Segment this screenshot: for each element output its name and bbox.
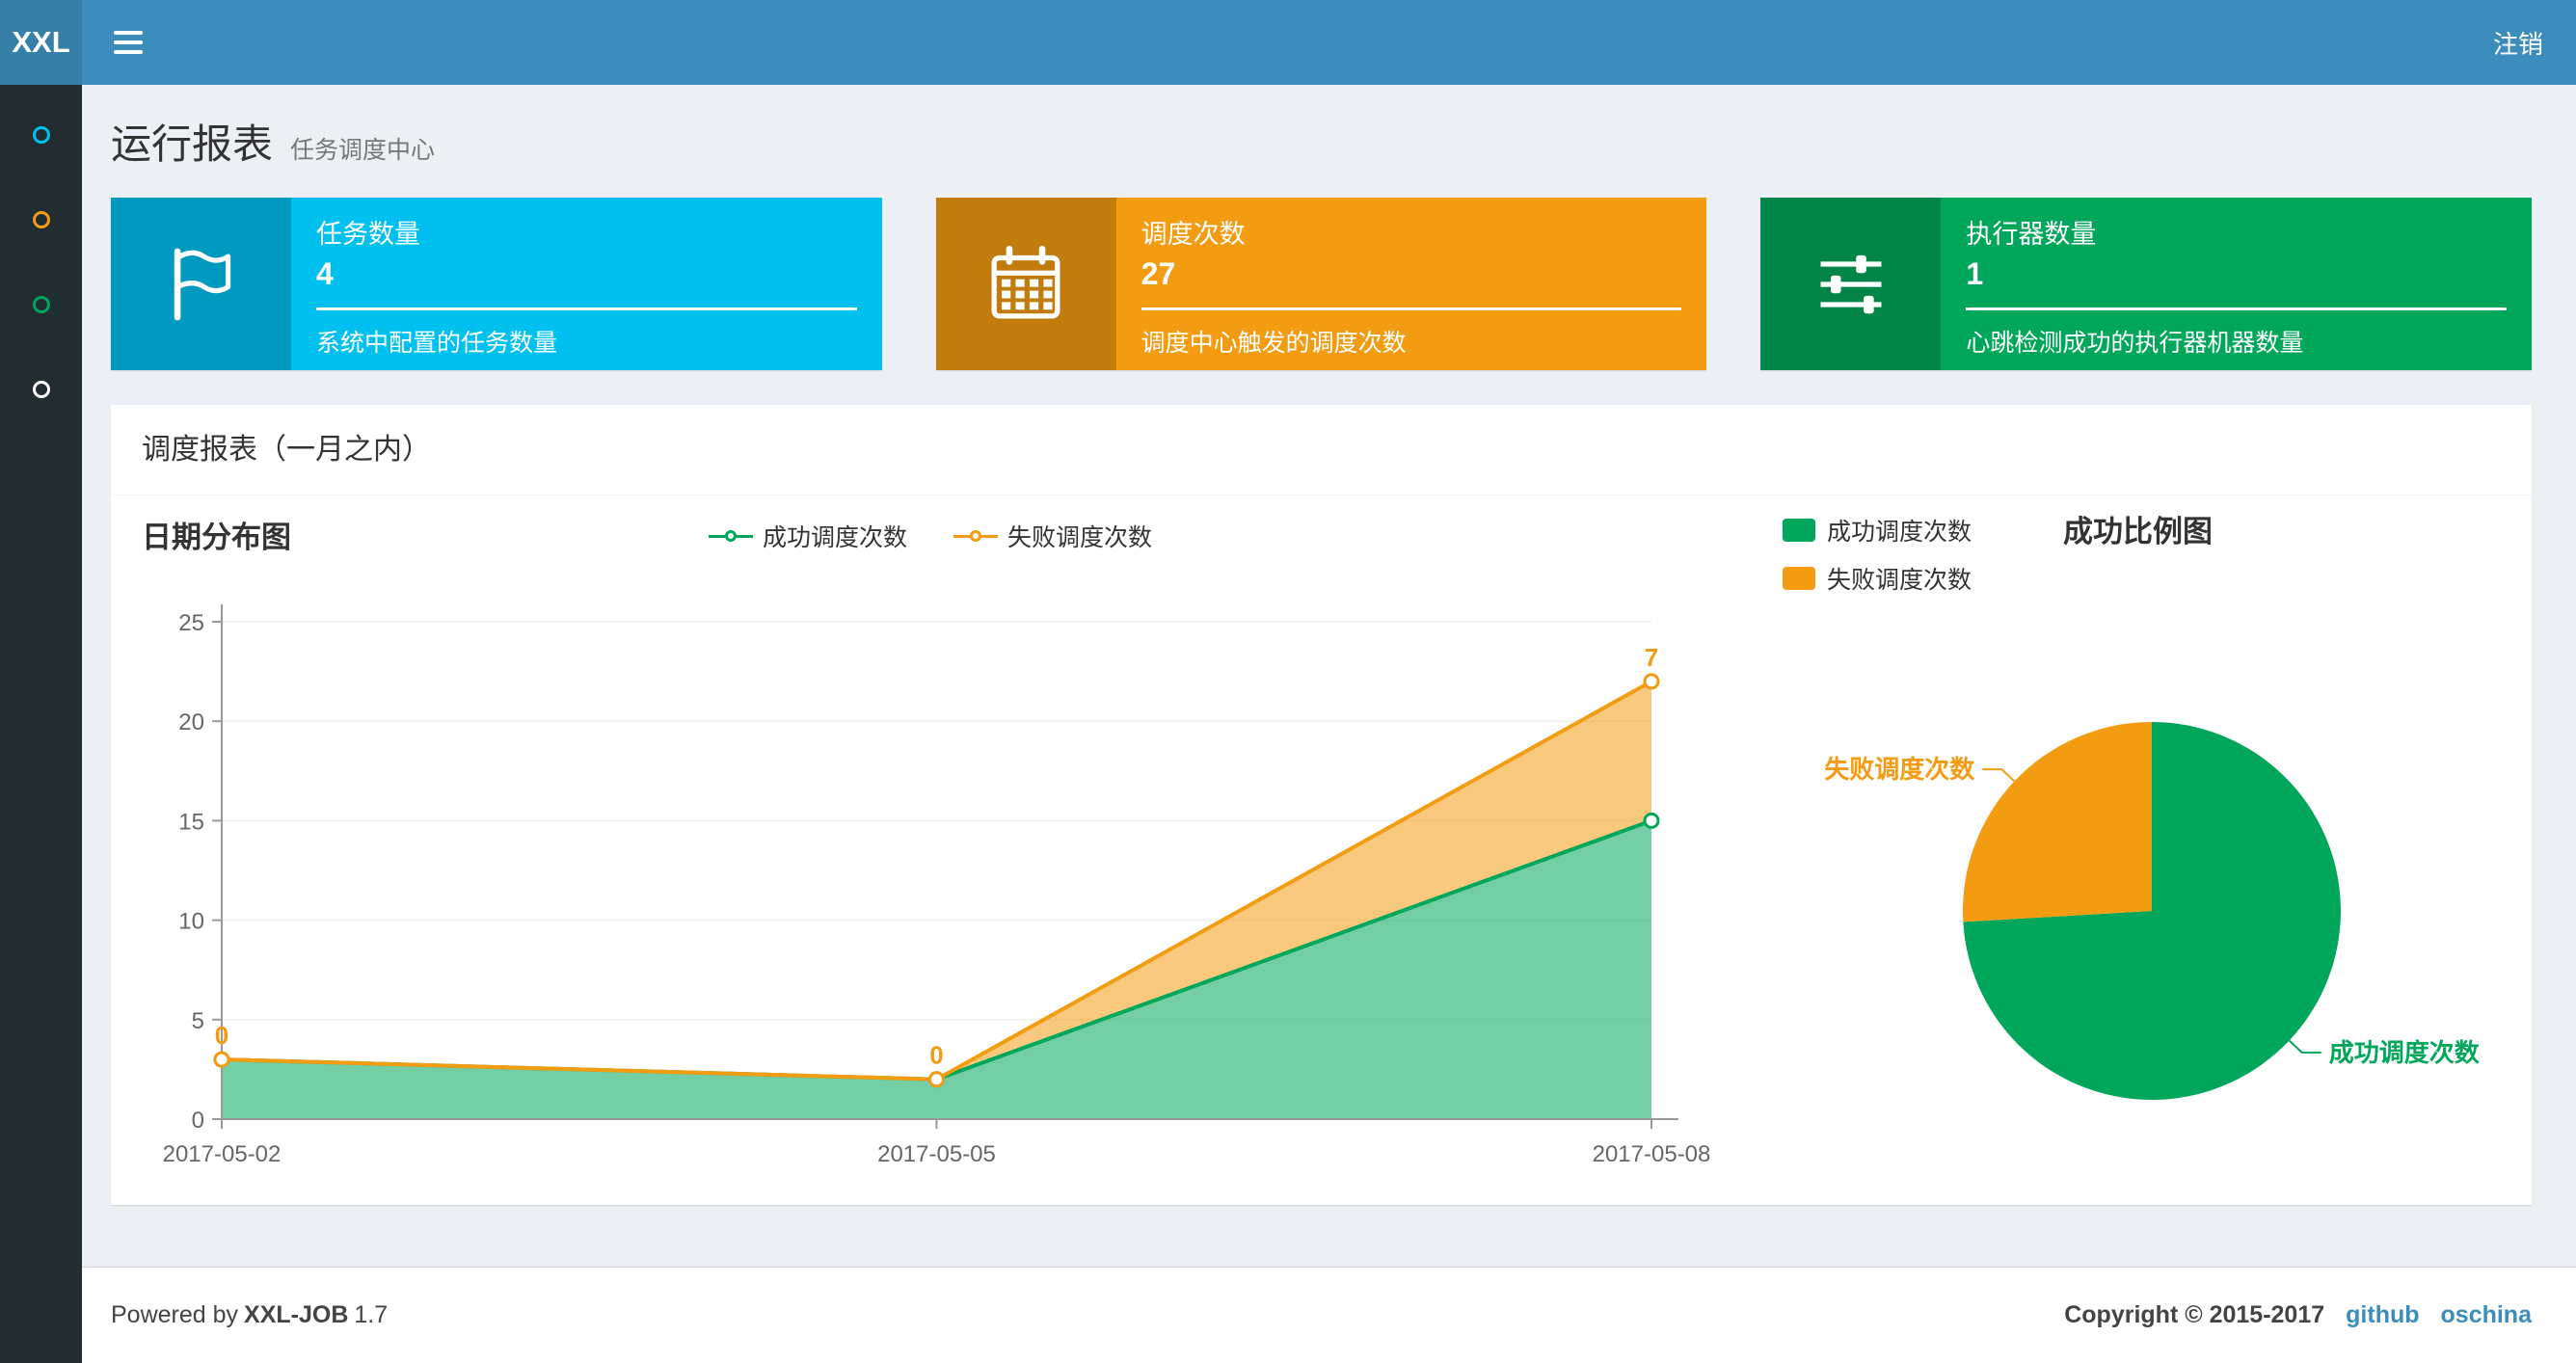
line-chart-svg: 05101520252017-05-02 2017-05-05 2017-05-08…	[163, 604, 1711, 1167]
sidebar-item-dashboard[interactable]	[0, 93, 82, 177]
product-version: 1.7	[354, 1301, 389, 1328]
circle-icon	[32, 126, 50, 144]
progress-bar	[1966, 307, 2508, 310]
sidebar-item-executors[interactable]	[0, 347, 82, 432]
sliders-icon	[1820, 254, 1882, 313]
info-box-icon-wrap	[935, 198, 1116, 370]
info-box-jobs: 任务数量 4 系统中配置的任务数量	[111, 198, 882, 370]
svg-text:7: 7	[1645, 643, 1658, 672]
svg-text:0: 0	[929, 1041, 943, 1070]
report-panel: 调度报表（一月之内） 日期分布图 成功调度次数 失败调度次数 0 5 10 15 20 25…	[111, 405, 2532, 1205]
info-box-icon-wrap	[1760, 198, 1942, 370]
info-box-label: 调度次数	[1140, 220, 1246, 249]
info-box-executors: 执行器数量 1 心跳检测成功的执行器机器数量	[1760, 198, 2533, 370]
app-logo[interactable]: XXL	[0, 0, 82, 85]
info-box-value: 1	[1966, 256, 1984, 291]
sidebar-toggle-button[interactable]	[82, 0, 174, 85]
info-box-description: 调度中心触发的调度次数	[1140, 330, 1407, 357]
pie-chart-title: 成功比例图	[2063, 515, 2213, 548]
calendar-icon	[991, 245, 1060, 318]
svg-text:成功调度次数: 成功调度次数	[2329, 1038, 2481, 1067]
info-box-triggers: 调度次数 27 调度中心触发的调度次数	[935, 198, 1707, 370]
github-link[interactable]: github	[2346, 1301, 2419, 1329]
app-logo-text: XXL	[12, 25, 70, 59]
svg-text:2017-05-05: 2017-05-05	[877, 1141, 996, 1167]
panel-title: 调度报表（一月之内）	[111, 405, 2532, 495]
progress-bar	[316, 307, 857, 310]
info-box-label: 执行器数量	[1966, 220, 2097, 249]
progress-bar	[1140, 307, 1682, 310]
page-header: 运行报表 任务调度中心	[111, 112, 2532, 171]
main-content: 运行报表 任务调度中心 任务数量 4 系统中配置的任务数量 调度次数 27 调度…	[82, 85, 2576, 1267]
product-name: XXL-JOB	[244, 1301, 349, 1328]
navbar-spacer	[174, 0, 2460, 85]
sidebar-item-jobs[interactable]	[0, 177, 82, 262]
sidebar-item-logs[interactable]	[0, 262, 82, 347]
page-subtitle: 任务调度中心	[290, 137, 436, 164]
hamburger-icon	[114, 31, 143, 35]
sidebar-menu	[0, 85, 82, 1363]
info-box-value: 4	[316, 256, 334, 291]
svg-text:10: 10	[178, 909, 204, 935]
flag-icon	[174, 248, 230, 320]
svg-text:20: 20	[178, 709, 204, 735]
pie-slice-1[interactable]	[1962, 722, 2152, 922]
info-box-body: 调度次数 27 调度中心触发的调度次数	[1116, 198, 1707, 370]
info-box-row: 任务数量 4 系统中配置的任务数量 调度次数 27 调度中心触发的调度次数 执行…	[111, 198, 2533, 370]
circle-icon	[32, 296, 50, 313]
page-title: 运行报表	[111, 121, 274, 167]
info-box-label: 任务数量	[316, 220, 420, 249]
svg-text:失败调度次数: 失败调度次数	[1824, 755, 1975, 784]
svg-text:5: 5	[192, 1008, 204, 1034]
legend-swatch-icon	[1783, 519, 1815, 542]
legend-item[interactable]: 成功调度次数	[1783, 513, 1972, 548]
copyright-text: Copyright © 2015-2017	[2064, 1301, 2325, 1328]
info-box-icon-wrap	[111, 198, 291, 370]
svg-text:2017-05-08: 2017-05-08	[1593, 1141, 1711, 1167]
logout-link[interactable]: 注销	[2460, 0, 2576, 85]
footer: Powered by XXL-JOB 1.7 Copyright © 2015-20…	[82, 1267, 2576, 1363]
svg-text:25: 25	[178, 610, 204, 636]
circle-icon	[32, 211, 50, 228]
footer-right: Copyright © 2015-2017 github oschina	[2064, 1301, 2532, 1329]
info-box-body: 任务数量 4 系统中配置的任务数量	[291, 198, 882, 370]
pie-chart-svg: 成功调度次数 失败调度次数	[1824, 722, 2481, 1100]
svg-text:15: 15	[178, 809, 204, 835]
oschina-link[interactable]: oschina	[2441, 1301, 2532, 1329]
svg-text:0: 0	[192, 1108, 204, 1134]
svg-text:0: 0	[215, 1021, 228, 1050]
circle-icon	[32, 381, 50, 398]
top-navbar: XXL 注销	[0, 0, 2576, 85]
svg-text:2017-05-02: 2017-05-02	[163, 1141, 282, 1167]
info-box-description: 心跳检测成功的执行器机器数量	[1966, 330, 2304, 357]
info-box-description: 系统中配置的任务数量	[316, 330, 558, 357]
powered-by: Powered by XXL-JOB 1.7	[111, 1301, 389, 1328]
info-box-value: 27	[1140, 256, 1176, 291]
info-box-body: 执行器数量 1 心跳检测成功的执行器机器数量	[1941, 198, 2532, 370]
